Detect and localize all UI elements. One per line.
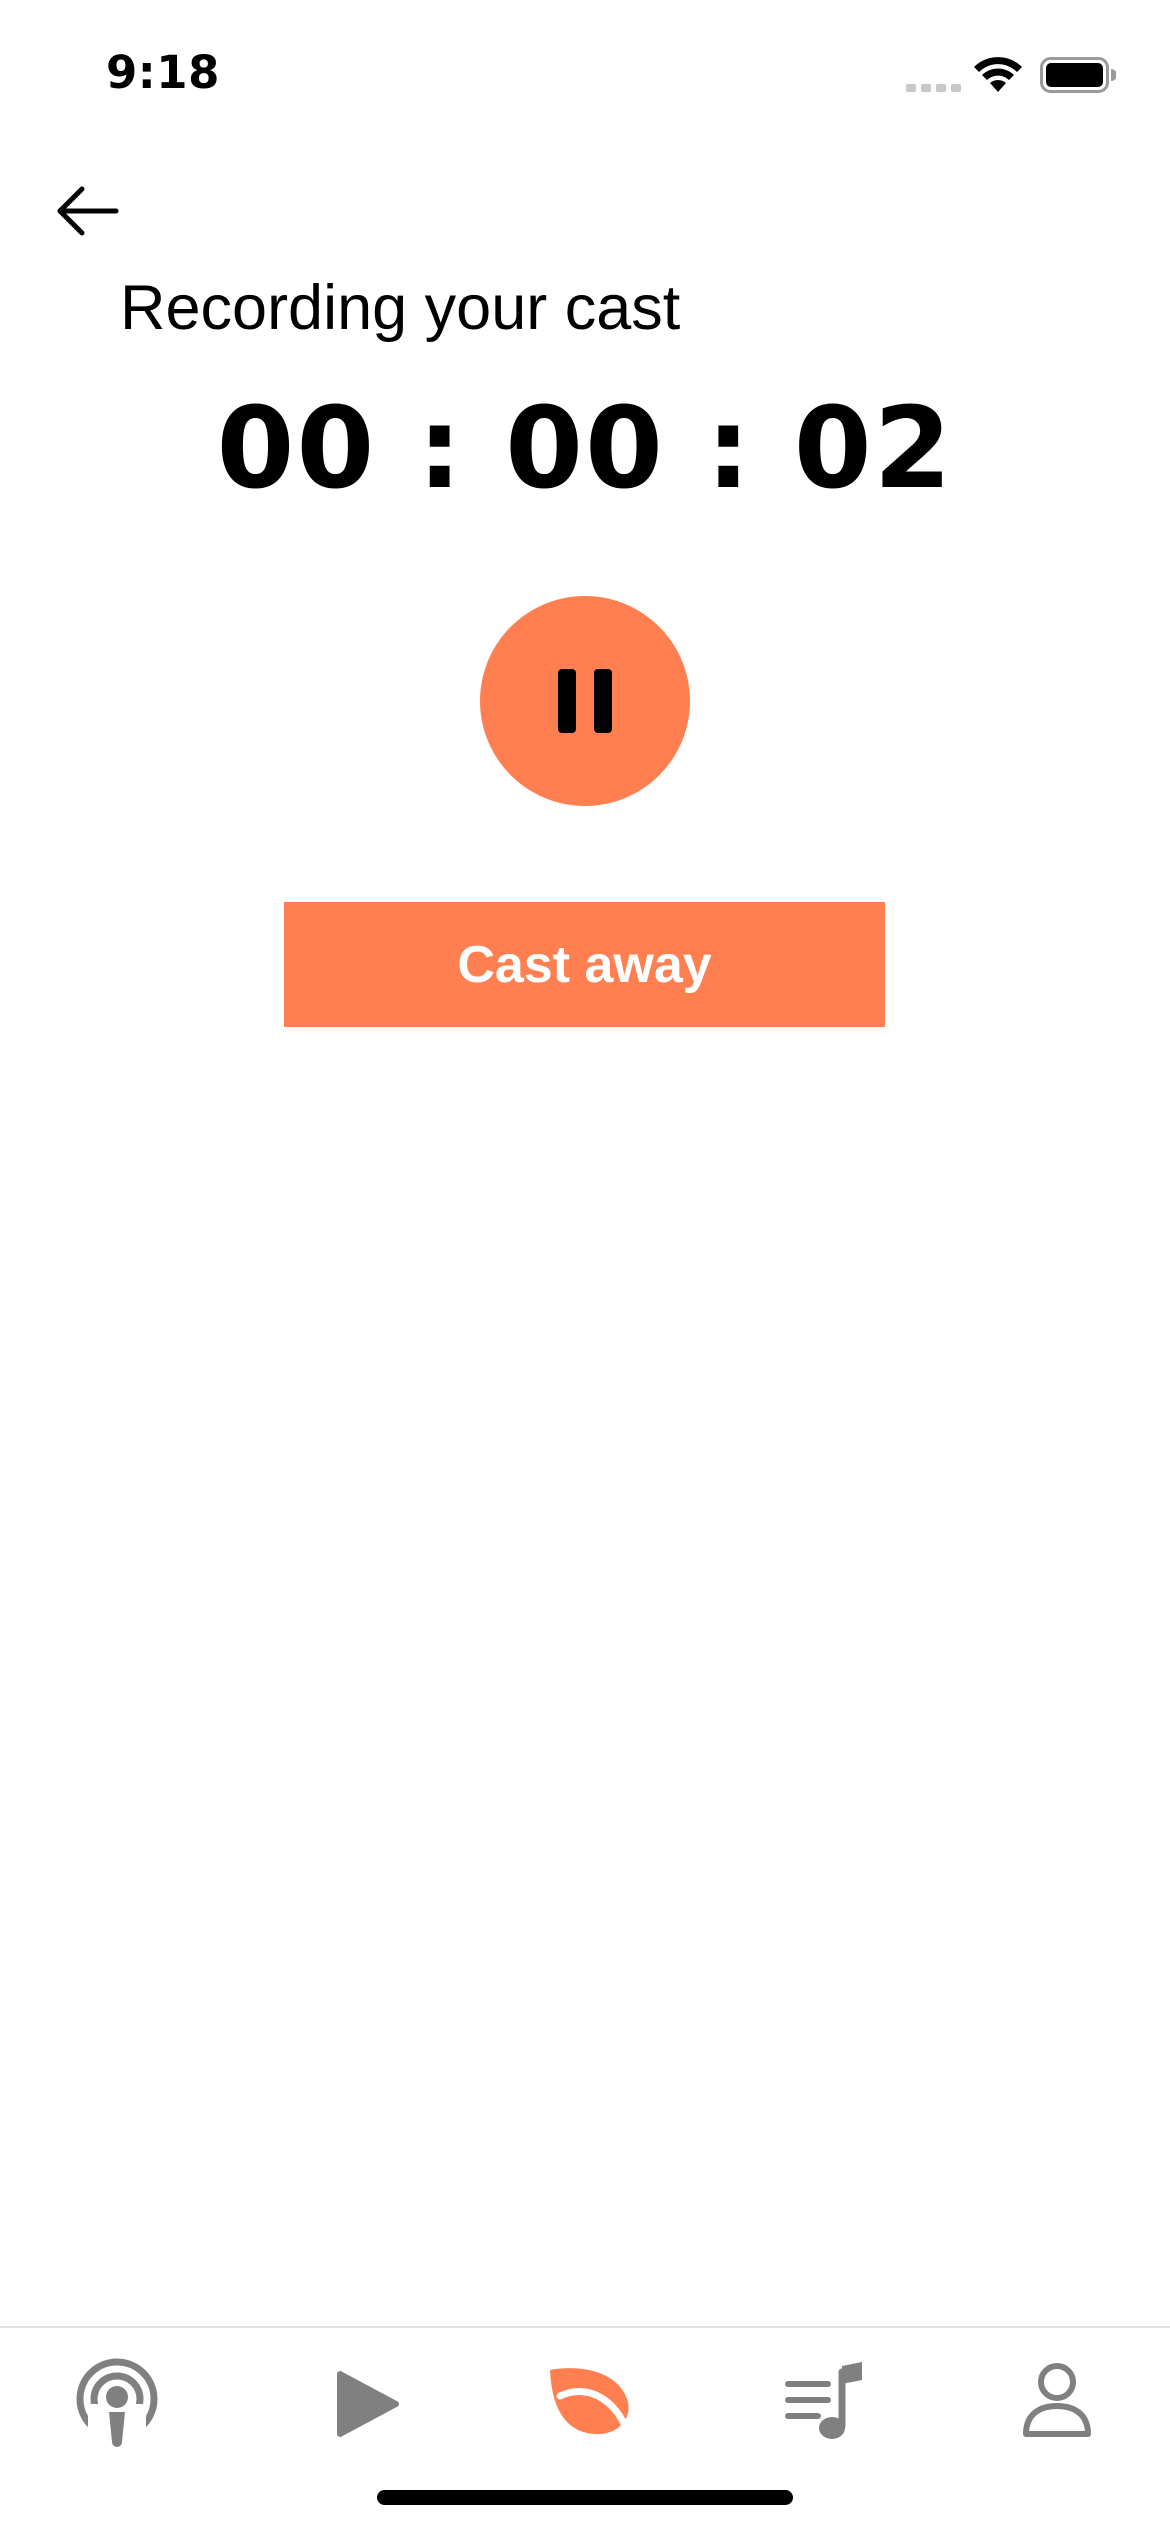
tab-podcasts[interactable] (62, 2352, 172, 2452)
cellular-signal-icon (906, 84, 961, 92)
play-icon (337, 2371, 399, 2437)
back-button[interactable] (52, 178, 124, 244)
recording-timer: 00 : 00 : 02 (216, 384, 954, 514)
tab-playlist[interactable] (770, 2352, 880, 2452)
page-title: Recording your cast (120, 273, 681, 343)
battery-icon (1040, 57, 1116, 93)
playlist-icon (785, 2362, 862, 2439)
home-indicator (377, 2490, 793, 2505)
leaf-icon (550, 2368, 634, 2444)
tab-leaf[interactable] (532, 2352, 642, 2452)
arrow-left-icon (57, 186, 119, 236)
pause-icon (558, 669, 612, 733)
status-time: 9:18 (106, 46, 220, 99)
tab-play[interactable] (312, 2352, 422, 2452)
tab-profile[interactable] (1002, 2352, 1112, 2452)
wifi-icon (974, 57, 1022, 92)
podcast-icon (76, 2358, 158, 2452)
cast-away-button[interactable]: Cast away (284, 902, 885, 1027)
pause-button[interactable] (480, 596, 690, 806)
status-bar: 9:18 (0, 0, 1170, 140)
profile-icon (1023, 2363, 1091, 2437)
